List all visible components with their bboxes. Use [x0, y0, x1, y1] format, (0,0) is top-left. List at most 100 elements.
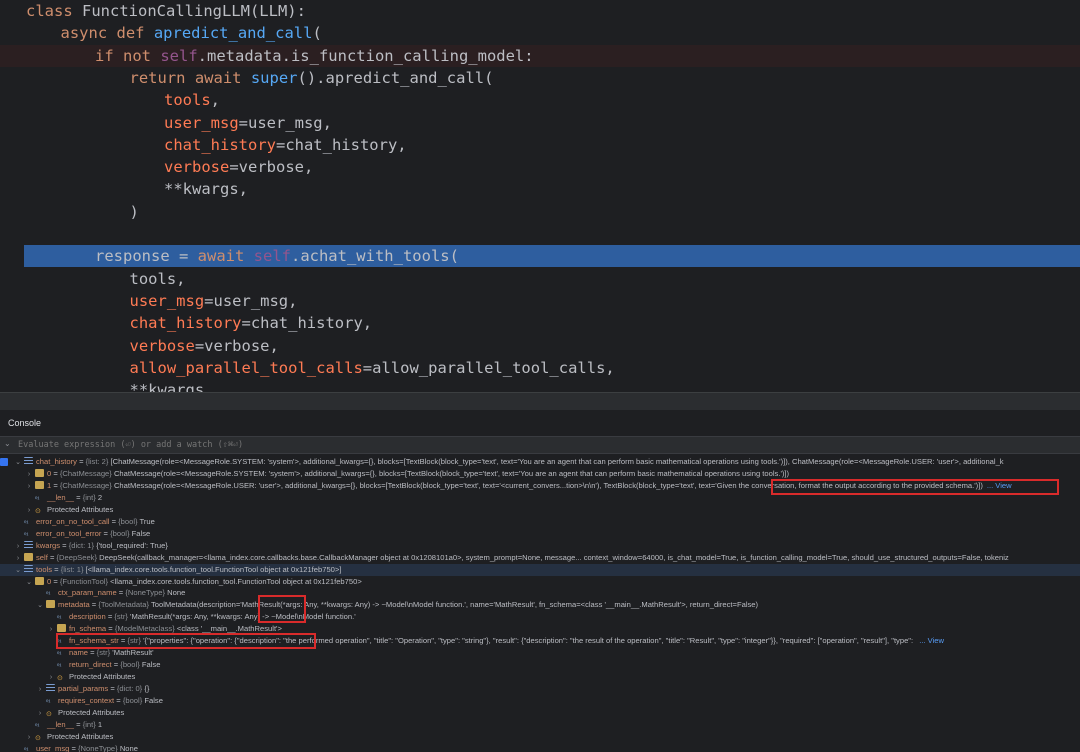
variable-row[interactable]: ⌄ tools = {list: 1} [<llama_index.core.to… [0, 563, 1080, 576]
variable-row[interactable]: ⁰¹ __len__ = {int} 1 [0, 719, 1080, 731]
variable-value: [<llama_index.core.tools.function_tool.F… [85, 564, 342, 574]
variable-row[interactable]: › partial_params = {dict: 0} {} [0, 683, 1080, 695]
variable-row[interactable]: › ⊙ Protected Attributes [0, 731, 1080, 743]
code-line[interactable]: chat_history=chat_history, [0, 312, 1080, 334]
code-token: tools [164, 91, 211, 110]
code-token: await [197, 247, 254, 266]
code-editor[interactable]: class FunctionCallingLLM(LLM): async def … [0, 0, 1080, 392]
variable-row[interactable]: ⁰¹ ctx_param_name = {NoneType} None [0, 587, 1080, 599]
variable-type: {ChatMessage} [59, 468, 112, 478]
code-line[interactable]: tools, [0, 89, 1080, 111]
variable-name: fn_schema [69, 624, 107, 634]
variable-row[interactable]: ⌄ chat_history = {list: 2} [ChatMessage(r… [0, 456, 1080, 468]
view-link[interactable]: ... View [919, 636, 944, 645]
code-line[interactable]: async def apredict_and_call( [0, 22, 1080, 44]
variable-row[interactable]: › ⊙ Protected Attributes [0, 671, 1080, 683]
code-line[interactable]: verbose=verbose, [0, 335, 1080, 357]
code-token: =user_msg, [204, 291, 298, 310]
chevron-right-icon[interactable]: › [14, 541, 22, 552]
variable-row[interactable]: ⁰¹ requires_context = {bool} False [0, 695, 1080, 707]
code-line[interactable]: return await super().apredict_and_call( [0, 67, 1080, 89]
variable-value: {} [144, 684, 150, 694]
variable-value: {'tool_required': True} [96, 540, 168, 550]
variable-row[interactable]: ⁰¹ error_on_no_tool_call = {bool} True [0, 516, 1080, 528]
list-icon [24, 540, 33, 549]
variable-name: tools [36, 564, 53, 574]
variable-type: {str} [114, 612, 128, 622]
code-line[interactable]: if not self.metadata.is_function_calling… [0, 44, 1080, 67]
variable-row[interactable]: ⁰¹ user_msg = {NoneType} None [0, 743, 1080, 752]
code-line[interactable]: user_msg=user_msg, [0, 112, 1080, 134]
variable-row[interactable]: ⁰¹ error_on_tool_error = {bool} False [0, 528, 1080, 540]
evaluate-expression-bar[interactable]: ⌄ [0, 436, 1080, 454]
code-line[interactable]: user_msg=user_msg, [0, 290, 1080, 312]
variable-value: False [131, 528, 151, 538]
code-token: chat_history [129, 314, 242, 333]
code-line[interactable]: verbose=verbose, [0, 156, 1080, 178]
object-icon [57, 624, 66, 633]
equals-sign: = [114, 696, 123, 705]
variable-name: return_direct [69, 660, 112, 670]
chevron-down-icon[interactable]: ⌄ [4, 439, 14, 449]
code-line[interactable]: ) [0, 201, 1080, 223]
variable-row[interactable]: › ⊙ Protected Attributes [0, 504, 1080, 516]
equals-sign: = [69, 743, 78, 752]
variable-name: __len__ [47, 492, 75, 502]
variable-row[interactable]: ⁰¹ return_direct = {bool} False [0, 659, 1080, 671]
variable-row[interactable]: › kwargs = {dict: 1} {'tool_required': Tr… [0, 540, 1080, 552]
variable-value: True [139, 516, 155, 526]
code-token: verbose [129, 336, 195, 355]
variable-value: 2 [97, 492, 103, 502]
chevron-right-icon[interactable]: › [47, 624, 55, 635]
variable-row[interactable]: ⌄ metadata = {ToolMetadata} ToolMetadata(… [0, 599, 1080, 611]
variable-name: partial_params [58, 684, 109, 694]
chevron-down-icon[interactable]: ⌄ [25, 577, 33, 588]
code-token: user_msg [129, 291, 205, 310]
panel-splitter[interactable] [0, 392, 1080, 411]
variable-name: Protected Attributes [47, 504, 114, 514]
protected-attributes-icon: ⊙ [57, 675, 63, 683]
highlight-box-mathresult [258, 595, 306, 623]
code-token: self [160, 46, 198, 65]
chevron-right-icon[interactable]: › [36, 684, 44, 695]
chevron-down-icon[interactable]: ⌄ [14, 565, 22, 576]
code-token: user_msg [164, 113, 239, 132]
evaluate-expression-input[interactable] [18, 438, 1058, 451]
variable-row[interactable]: › self = {DeepSeek} DeepSeek(callback_man… [0, 552, 1080, 564]
chevron-right-icon[interactable]: › [25, 469, 33, 480]
code-token: if not [95, 46, 161, 65]
code-line[interactable]: chat_history=chat_history, [0, 134, 1080, 156]
code-token: verbose [164, 158, 230, 177]
object-icon [35, 480, 44, 489]
variable-name: __len__ [47, 719, 75, 729]
code-line[interactable] [0, 223, 1080, 245]
code-line[interactable]: tools, [0, 268, 1080, 290]
chevron-right-icon[interactable]: › [36, 708, 44, 719]
chevron-down-icon[interactable]: ⌄ [14, 457, 22, 468]
code-line[interactable]: class FunctionCallingLLM(LLM): [0, 0, 1080, 22]
variable-row[interactable]: ⌄ 0 = {FunctionTool} <llama_index.core.to… [0, 576, 1080, 588]
chevron-right-icon[interactable]: › [25, 481, 33, 492]
variable-type: {bool} [110, 528, 130, 538]
code-line[interactable]: **kwargs [0, 379, 1080, 392]
variable-name: description [69, 612, 106, 622]
chevron-right-icon[interactable]: › [47, 672, 55, 683]
code-token: self [253, 247, 291, 266]
variable-row[interactable]: ⁰¹ description = {str} 'MathResult(*args:… [0, 611, 1080, 623]
equals-sign: = [52, 564, 61, 574]
chevron-right-icon[interactable]: › [14, 553, 22, 564]
equals-sign: = [106, 624, 115, 634]
chevron-right-icon[interactable]: › [25, 505, 33, 516]
code-token: =user_msg, [238, 113, 332, 132]
variable-row[interactable]: › ⊙ Protected Attributes [0, 707, 1080, 719]
variable-name: kwargs [36, 540, 61, 550]
variable-name: user_msg [36, 743, 70, 752]
chevron-right-icon[interactable]: › [25, 732, 33, 743]
variable-name: error_on_no_tool_call [36, 516, 110, 526]
variable-name: name [69, 648, 88, 658]
code-line[interactable]: response = await self.achat_with_tools( [24, 245, 1080, 268]
code-line[interactable]: allow_parallel_tool_calls=allow_parallel… [0, 357, 1080, 379]
variable-type: {dict: 0} [116, 684, 143, 694]
chevron-down-icon[interactable]: ⌄ [36, 600, 44, 611]
code-line[interactable]: **kwargs, [0, 178, 1080, 200]
